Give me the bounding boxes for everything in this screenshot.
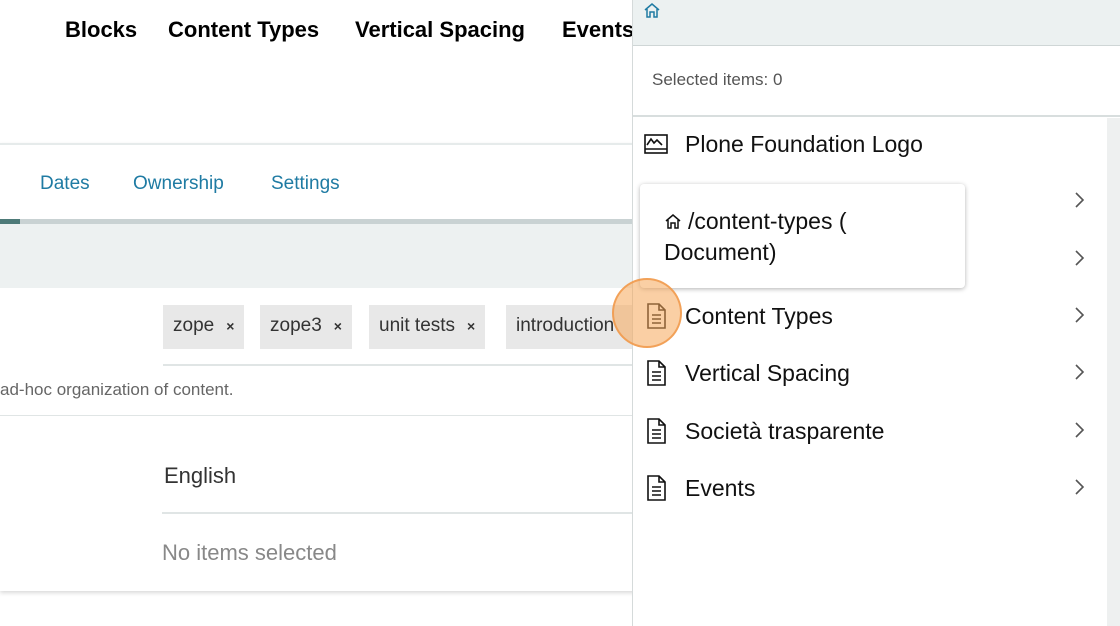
tag-chip: zope × [163,305,245,349]
remove-tag-button[interactable]: × [467,318,475,334]
list-item[interactable]: Content Types [633,289,1108,346]
edit-form: Dates Ownership Settings zope × zope3 × un… [0,143,640,591]
nav-vertical-spacing[interactable]: Vertical Spacing [355,17,525,43]
chevron-right-icon[interactable] [1072,362,1086,382]
tab-dates[interactable]: Dates [40,173,90,195]
language-select[interactable]: English [164,463,236,489]
image-icon [644,134,668,154]
scrollbar[interactable] [1107,118,1120,626]
panel-header [633,0,1120,46]
item-label: Plone Foundation Logo [685,131,923,157]
chevron-right-icon[interactable] [1072,420,1086,440]
chevron-right-icon[interactable] [1072,477,1086,497]
item-label: Events [685,475,756,501]
item-label: Vertical Spacing [685,360,850,386]
remove-tag-button[interactable]: × [334,318,342,334]
chevron-right-icon[interactable] [1072,305,1086,325]
document-icon [647,418,666,444]
section-header [0,224,640,288]
list-item[interactable]: Società trasparente [633,404,1108,461]
home-icon [665,214,681,229]
chevron-right-icon[interactable] [1072,190,1086,210]
nav-events[interactable]: Events [562,17,634,43]
remove-tag-button[interactable]: × [226,318,234,334]
top-navigation: Blocks Content Types Vertical Spacing Ev… [0,0,634,60]
tag-chip: unit tests × [369,305,486,349]
tab-settings[interactable]: Settings [271,173,340,195]
document-icon [647,475,666,501]
tab-ownership[interactable]: Ownership [133,173,224,195]
chevron-right-icon[interactable] [1072,248,1086,268]
object-browser-panel: Selected items: 0 Plone Foundation Logo C… [632,0,1120,626]
list-item[interactable]: Vertical Spacing [633,346,1108,403]
related-items-field[interactable]: No items selected [162,540,337,566]
document-icon [647,360,666,386]
click-highlight [612,278,682,348]
subjects-help-text: ad-hoc organization of content. [0,380,234,399]
nav-content-types[interactable]: Content Types [168,17,319,43]
tag-chip: zope3 × [260,305,352,349]
item-label: Società trasparente [685,418,885,444]
selected-items-count: Selected items: 0 [633,46,1120,117]
list-item[interactable]: Plone Foundation Logo [633,117,1108,174]
tooltip-text: /content-types ( Document) [664,208,847,265]
path-tooltip: /content-types ( Document) [640,184,965,288]
divider [0,415,640,416]
nav-blocks[interactable]: Blocks [65,17,137,43]
divider [163,364,640,366]
item-label: Content Types [685,303,833,329]
home-icon[interactable] [643,2,661,20]
list-item[interactable]: Events [633,461,1108,518]
divider [162,512,640,514]
